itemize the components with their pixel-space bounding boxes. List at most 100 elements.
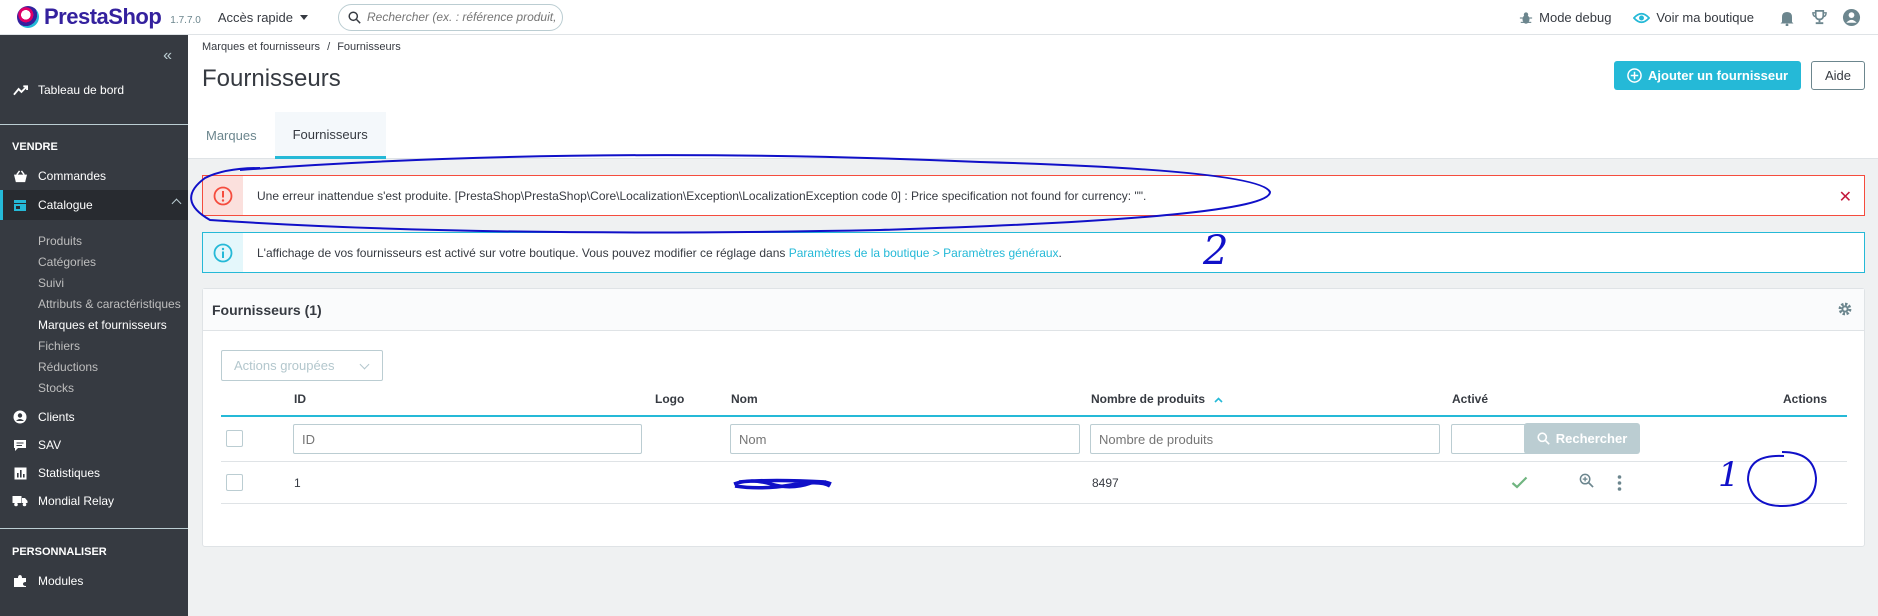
sidebar-item-sav[interactable]: SAV [0,431,188,459]
tab-brands[interactable]: Marques [188,112,275,159]
sidebar-item-customers[interactable]: Clients [0,403,188,431]
sidebar-item-label: Modules [38,574,84,588]
notifications-button[interactable] [1776,7,1798,29]
sidebar-section-customize: PERSONNALISER [12,546,107,558]
quick-access-label: Accès rapide [217,9,294,25]
panel-title: Fournisseurs (1) [212,301,322,318]
top-header: PrestaShop 1.7.7.0 Accès rapide Mode deb… [0,0,1878,35]
account-icon [1842,8,1860,27]
column-header-actions: Actions [1783,392,1828,406]
sidebar-item-modules[interactable]: Modules [0,567,188,595]
column-header-name[interactable]: Nom [731,392,758,406]
page-header: Marques et fournisseurs / Fournisseurs F… [188,35,1878,159]
sidebar-item-mondial-relay[interactable]: Mondial Relay [0,487,188,515]
sidebar-subitem-stocks[interactable]: Stocks [0,377,188,398]
column-header-id[interactable]: ID [294,392,306,406]
trending-up-icon [12,85,28,96]
alert-icon-box [203,176,243,215]
breadcrumb-separator: / [327,41,331,53]
eye-icon [1633,12,1651,23]
view-shop-link[interactable]: Voir ma boutique [1633,10,1754,25]
sidebar-subitem-attributes[interactable]: Attributs & caractéristiques [0,293,188,314]
suppliers-panel: Fournisseurs (1) Actions groupées ID Log… [202,288,1865,547]
chevron-down-icon [359,359,370,370]
truck-icon [12,496,28,507]
sidebar-section-sell: VENDRE [12,141,58,153]
caret-down-icon [300,14,309,20]
error-circle-icon [213,186,233,205]
settings-link[interactable]: Paramètres de la boutique > Paramètres g… [789,246,1059,260]
help-button[interactable]: Aide [1811,61,1865,90]
version-label: 1.7.7.0 [170,14,201,26]
tabs: Marques Fournisseurs [188,112,386,159]
search-button[interactable]: Rechercher [1524,423,1640,454]
info-end: . [1058,245,1062,260]
account-button[interactable] [1840,7,1862,29]
add-circle-icon [1627,68,1642,83]
sidebar-subitem-categories[interactable]: Catégories [0,251,188,272]
bulk-actions-label: Actions groupées [234,358,335,373]
sidebar: « Tableau de bord VENDRE Commandes Catal… [0,35,188,616]
basket-icon [13,169,27,182]
sidebar-subitem-files[interactable]: Fichiers [0,335,188,356]
bar-chart-icon [14,467,26,479]
select-all-checkbox[interactable] [226,430,243,447]
name-filter-input[interactable] [730,424,1080,454]
search-input[interactable] [367,10,558,24]
sidebar-item-catalog[interactable]: Catalogue [0,190,188,220]
sidebar-item-label: Tableau de bord [38,83,125,97]
column-header-active[interactable]: Activé [1452,392,1488,406]
more-options-icon[interactable] [1617,474,1622,492]
add-supplier-label: Ajouter un fournisseur [1648,68,1789,83]
sidebar-item-label: Commandes [38,169,107,183]
check-icon[interactable] [1511,476,1528,489]
view-shop-label: Voir ma boutique [1656,10,1754,25]
puzzle-icon [14,575,26,587]
sidebar-subitem-discounts[interactable]: Réductions [0,356,188,377]
debug-mode-link[interactable]: Mode debug [1519,10,1611,25]
sidebar-item-dashboard[interactable]: Tableau de bord [0,75,188,105]
bulk-actions-dropdown[interactable]: Actions groupées [221,350,383,381]
trophy-icon [1811,10,1827,25]
info-circle-icon [213,243,233,262]
sidebar-subitem-monitoring[interactable]: Suivi [0,272,188,293]
sidebar-item-label: Clients [38,410,75,424]
search-button-label: Rechercher [1555,431,1628,446]
bug-icon [1520,11,1533,24]
sidebar-item-label: Mondial Relay [38,494,115,508]
row-checkbox[interactable] [226,474,243,491]
store-icon [14,199,26,211]
alert-icon-box [203,233,243,272]
sidebar-subitem-brands-suppliers[interactable]: Marques et fournisseurs [0,314,188,335]
panel-header: Fournisseurs (1) [203,289,1864,331]
close-icon[interactable]: ✕ [1839,187,1852,207]
info-text: L'affichage de vos fournisseurs est acti… [257,245,789,260]
brand-name: PrestaShop [44,4,162,29]
gear-icon[interactable] [1836,300,1854,321]
breadcrumb: Marques et fournisseurs / Fournisseurs [202,41,401,53]
search-box[interactable] [338,3,564,31]
column-header-products-label: Nombre de produits [1091,392,1206,406]
logo-icon [17,6,39,28]
debug-mode-label: Mode debug [1539,10,1612,25]
info-message: L'affichage de vos fournisseurs est acti… [257,246,1062,260]
collapse-sidebar-icon[interactable]: « [163,47,172,65]
table-row[interactable]: 1 8497 [221,462,1847,504]
sidebar-item-orders[interactable]: Commandes [0,162,188,190]
user-circle-icon [13,410,27,424]
error-message: Une erreur inattendue s'est produite. [P… [257,188,1147,203]
prestashop-logo[interactable]: PrestaShop [17,4,162,30]
tab-suppliers[interactable]: Fournisseurs [274,112,386,159]
products-filter-input[interactable] [1090,424,1440,454]
column-header-products[interactable]: Nombre de produits [1091,392,1223,406]
quick-access-menu[interactable]: Accès rapide [217,9,309,25]
breadcrumb-parent[interactable]: Marques et fournisseurs [202,41,320,53]
sidebar-item-label: SAV [38,438,62,452]
trophy-button[interactable] [1808,7,1830,29]
sidebar-subitem-products[interactable]: Produits [0,230,188,251]
sidebar-item-statistics[interactable]: Statistiques [0,459,188,487]
id-filter-input[interactable] [293,424,642,454]
zoom-in-icon[interactable] [1579,473,1594,488]
bell-icon [1780,11,1794,26]
add-supplier-button[interactable]: Ajouter un fournisseur [1614,61,1802,90]
